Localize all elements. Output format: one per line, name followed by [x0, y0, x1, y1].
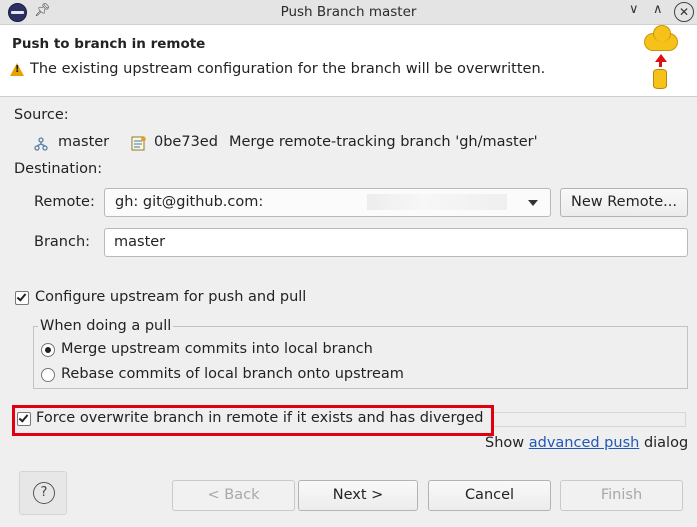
warning-text: The existing upstream configuration for … [30, 61, 546, 77]
next-button[interactable]: Next > [298, 480, 418, 511]
commit-icon [131, 136, 146, 151]
banner-heading: Push to branch in remote [12, 36, 206, 52]
configure-upstream-label[interactable]: Configure upstream for push and pull [35, 289, 306, 305]
maximize-icon[interactable]: ∧ [653, 2, 663, 17]
branch-input-value: master [114, 234, 166, 250]
branch-input[interactable]: master [104, 228, 688, 257]
help-button[interactable]: ? [19, 471, 67, 515]
source-branch: master [58, 134, 110, 150]
dropdown-arrow-icon [528, 200, 538, 206]
rebase-option-label[interactable]: Rebase commits of local branch onto upst… [61, 366, 404, 382]
dialog-banner: Push to branch in remote The existing up… [0, 25, 697, 97]
push-to-cloud-icon [641, 25, 679, 93]
advanced-suffix: dialog [643, 435, 689, 451]
merge-radio[interactable] [41, 343, 55, 357]
merge-option-label[interactable]: Merge upstream commits into local branch [61, 341, 373, 357]
banner-warning: The existing upstream configuration for … [10, 61, 545, 77]
new-remote-button[interactable]: New Remote... [560, 188, 688, 217]
rebase-radio[interactable] [41, 368, 55, 382]
source-label: Source: [14, 107, 69, 123]
force-overwrite-label[interactable]: Force overwrite branch in remote if it e… [36, 410, 484, 426]
source-commit-message: Merge remote-tracking branch 'gh/master' [229, 134, 538, 150]
remote-value: gh: git@github.com: [115, 194, 264, 210]
checkmark-icon [16, 291, 27, 302]
window-title: Push Branch master [280, 4, 417, 20]
advanced-push-line: Show advanced push dialog [485, 435, 688, 451]
advanced-prefix: Show [485, 435, 525, 451]
warning-icon [10, 62, 24, 76]
pull-options-title: When doing a pull [38, 318, 174, 334]
force-overwrite-checkbox[interactable] [17, 412, 31, 426]
advanced-push-link[interactable]: advanced push [529, 435, 640, 451]
close-icon[interactable]: ✕ [674, 2, 694, 22]
source-commit-id: 0be73ed [154, 134, 218, 150]
help-icon: ? [33, 482, 55, 504]
checkmark-icon [18, 412, 29, 423]
remote-label: Remote: [34, 194, 95, 210]
minimize-icon[interactable]: ∨ [629, 2, 639, 17]
pull-options-group: When doing a pull Merge upstream commits… [33, 318, 688, 389]
cancel-button[interactable]: Cancel [428, 480, 551, 511]
configure-upstream-checkbox[interactable] [15, 291, 29, 305]
redacted-remote-path [367, 194, 507, 210]
remote-dropdown[interactable]: gh: git@github.com: [104, 188, 551, 217]
title-bar: 📌︎ Push Branch master ∨ ∧ ✕ [0, 0, 697, 25]
back-button[interactable]: < Back [172, 480, 295, 511]
destination-label: Destination: [14, 161, 103, 177]
separator [494, 412, 686, 427]
dialog-content: Source: master 0be73ed Merge remote-trac… [0, 97, 697, 527]
finish-button[interactable]: Finish [560, 480, 683, 511]
branch-label: Branch: [34, 234, 91, 250]
branch-icon [34, 137, 48, 151]
